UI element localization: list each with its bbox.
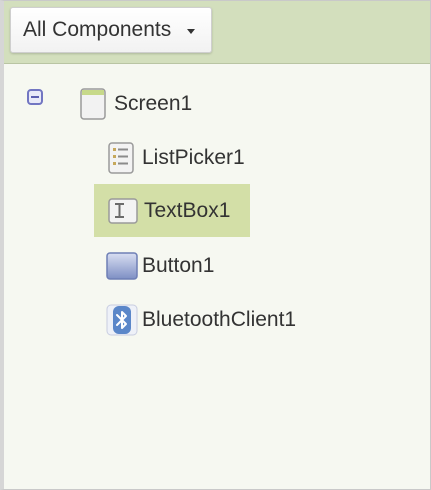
dropdown-label: All Components <box>23 18 172 41</box>
tree-item-label: Button1 <box>142 254 215 277</box>
tree-item-bluetoothclient1[interactable]: BluetoothClient1 <box>106 300 296 340</box>
tree-item-label: Screen1 <box>114 92 193 115</box>
components-filter-dropdown[interactable]: All Components <box>10 7 212 53</box>
tree-item-listpicker1[interactable]: ListPicker1 <box>108 138 245 178</box>
panel-header: All Components <box>4 1 430 64</box>
screen-icon <box>80 88 106 120</box>
tree-item-label: ListPicker1 <box>142 146 245 169</box>
button-icon <box>106 252 138 280</box>
listpicker-icon <box>108 142 134 174</box>
tree-item-button1[interactable]: Button1 <box>106 246 214 286</box>
textbox-icon <box>108 197 138 224</box>
collapse-toggle-screen1[interactable] <box>27 89 43 105</box>
components-panel: All Components <box>0 0 431 490</box>
tree-item-screen1[interactable]: Screen1 <box>80 84 192 124</box>
tree-item-label: TextBox1 <box>144 198 231 222</box>
tree-item-label: BluetoothClient1 <box>142 308 297 331</box>
caret-down-icon <box>187 29 195 34</box>
bluetooth-icon <box>106 304 138 336</box>
tree-item-textbox1[interactable]: TextBox1 <box>94 184 250 237</box>
